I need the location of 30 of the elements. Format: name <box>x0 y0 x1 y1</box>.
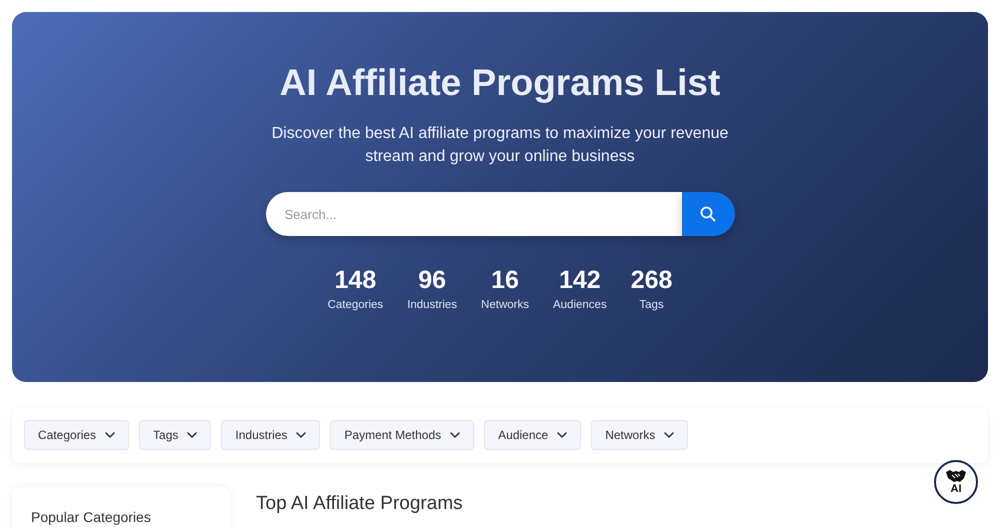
search-icon <box>700 206 716 222</box>
chevron-down-icon <box>557 432 568 438</box>
chevron-down-icon <box>664 432 674 438</box>
chevron-down-icon <box>105 432 116 438</box>
stat-label: Industries <box>407 299 458 311</box>
stat-value: 96 <box>418 266 446 295</box>
search-button[interactable] <box>682 192 734 236</box>
hero-subtitle: Discover the best AI affiliate programs to maximize your revenue stream and grow your online business <box>270 124 730 167</box>
stat-label: Networks <box>481 299 529 311</box>
filter-dropdown[interactable]: Tags <box>139 420 212 450</box>
ai-badge[interactable]: AI <box>934 460 978 504</box>
section-title: Top AI Affiliate Programs <box>256 493 463 516</box>
stat-label: Tags <box>639 299 664 311</box>
page-title: AI Affiliate Programs List <box>280 62 720 104</box>
chevron-down-icon <box>187 432 198 438</box>
stat-value: 268 <box>630 266 672 295</box>
filter-dropdown[interactable]: Payment Methods <box>330 420 474 450</box>
stat-value: 16 <box>491 266 519 295</box>
filter-dropdown[interactable]: Industries <box>221 420 320 450</box>
sidebar-title: Popular Categories <box>31 509 151 525</box>
stat-label: Categories <box>328 299 384 311</box>
search-field[interactable]: Search... <box>266 192 682 236</box>
filter-dropdown[interactable]: Audience <box>484 420 582 450</box>
filter-dropdown[interactable]: Categories <box>24 420 130 450</box>
stat-label: Audiences <box>552 299 607 311</box>
stat-value: 148 <box>334 266 376 295</box>
stat-value: 142 <box>558 266 601 295</box>
chevron-down-icon <box>450 432 460 438</box>
chevron-down-icon <box>296 432 306 438</box>
filter-dropdown[interactable]: Networks <box>591 420 688 450</box>
